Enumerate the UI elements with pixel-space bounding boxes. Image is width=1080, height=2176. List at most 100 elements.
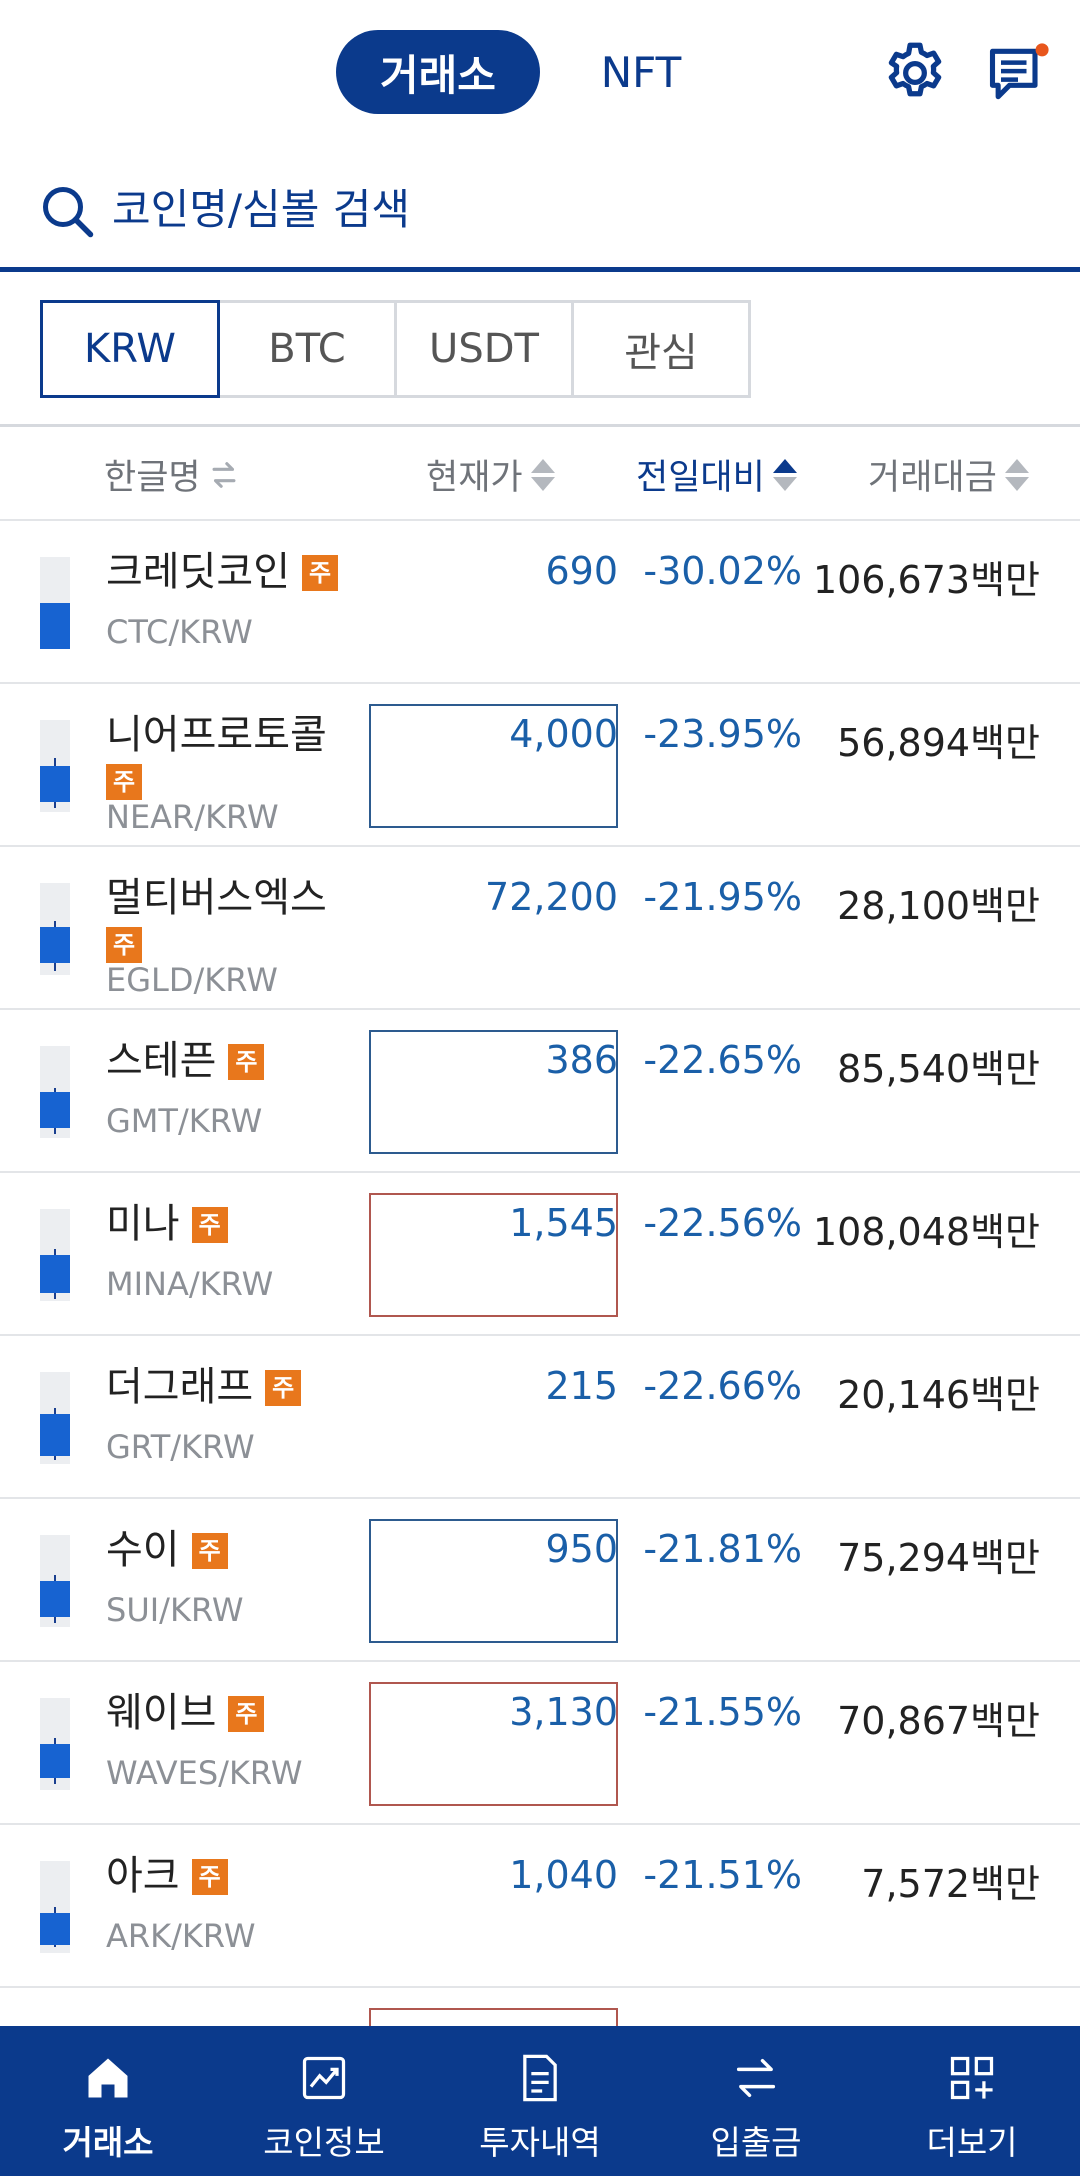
home-icon [88,2058,128,2098]
current-price: 950 [545,1527,618,1571]
coin-row[interactable]: 더그래프 주 GRT/KRW 215 -22.66% 20,146백만 [0,1336,1080,1499]
coin-name: 아크 주 [106,1853,228,1899]
coin-row[interactable]: 수이 주 SUI/KRW 950 -21.81% 75,294백만 [0,1499,1080,1662]
sort-icon [1004,458,1029,491]
nav-exchange[interactable]: 거래소 [0,2026,216,2176]
coin-symbol: EGLD/KRW [106,961,278,999]
trade-volume: 70,867백만 [837,1699,1040,1743]
coin-symbol: MINA/KRW [106,1265,274,1303]
nav-deposit-withdraw[interactable]: 입출금 [648,2026,864,2176]
column-header-price-label: 현재가 [426,458,523,498]
chart-icon [302,2056,346,2100]
coin-row[interactable]: 웨이브 주 WAVES/KRW 3,130 -21.55% 70,867백만 [0,1662,1080,1825]
market-tabs: KRW BTC USDT 관심 [40,300,751,398]
column-header-name-label: 한글명 [104,458,201,498]
current-price: 4,000 [509,712,618,756]
sort-asc-icon [772,458,797,491]
nav-coin-info[interactable]: 코인정보 [216,2026,432,2176]
change-rate: -22.66% [643,1364,802,1408]
caution-badge: 주 [191,1859,228,1895]
coin-row[interactable]: 아크 주 ARK/KRW 1,040 -21.51% 7,572백만 [0,1825,1080,1988]
tab-nft[interactable]: NFT [586,30,696,114]
gear-icon[interactable] [880,38,950,108]
trade-volume: 20,146백만 [837,1373,1040,1417]
trade-volume: 56,894백만 [837,721,1040,765]
coin-row[interactable]: 스테픈 주 GMT/KRW 386 -22.65% 85,540백만 [0,1010,1080,1173]
coin-symbol: NEAR/KRW [106,798,279,836]
current-price: 386 [545,1038,618,1082]
coin-row[interactable]: 니어프로토콜 주 NEAR/KRW 4,000 -23.95% 56,894백만 [0,684,1080,847]
transfer-icon [736,2058,776,2098]
mini-candle-chart [40,1372,70,1464]
search-bar[interactable]: 코인명/심볼 검색 [0,160,1080,272]
tab-btc[interactable]: BTC [217,300,397,398]
trade-volume: 28,100백만 [837,884,1040,928]
mini-candle-chart [40,1861,70,1953]
tab-usdt[interactable]: USDT [394,300,574,398]
nav-label: 입출금 [710,2123,802,2162]
mini-candle-chart [40,1535,70,1627]
message-icon[interactable] [984,40,1052,108]
trade-volume: 75,294백만 [837,1536,1040,1580]
nav-investment-history[interactable]: 투자내역 [432,2026,648,2176]
change-rate: -21.95% [643,875,802,919]
tab-favorites[interactable]: 관심 [571,300,751,398]
coin-name: 수이 주 [106,1527,228,1573]
trade-volume: 106,673백만 [812,558,1040,602]
coin-name: 스테픈 주 [106,1038,265,1084]
mini-candle-chart [40,1698,70,1790]
column-header-change[interactable]: 전일대비 [636,449,799,500]
coin-row[interactable]: 미나 주 MINA/KRW 1,545 -22.56% 108,048백만 [0,1173,1080,1336]
change-rate: -21.55% [643,1690,802,1734]
sort-icon [530,458,555,491]
caution-badge: 주 [228,1696,265,1732]
caution-badge: 주 [191,1207,228,1243]
nav-label: 거래소 [62,2123,154,2162]
column-header-name[interactable]: 한글명 [104,449,241,500]
mini-candle-chart [40,883,70,975]
mini-candle-chart [40,1209,70,1301]
column-header-price[interactable]: 현재가 [426,449,557,500]
column-header-row: 한글명 현재가 전일대비 거래대금 [0,427,1080,521]
current-price: 1,545 [509,1201,618,1245]
current-price: 690 [545,549,618,593]
tab-krw[interactable]: KRW [40,300,220,398]
coin-row-partial[interactable] [0,1988,1080,2028]
nav-label: 투자내역 [479,2123,601,2162]
caution-badge: 주 [106,764,142,800]
change-rate: -30.02% [643,549,802,593]
coin-row[interactable]: 멀티버스엑스 주 EGLD/KRW 72,200 -21.95% 28,100백만 [0,847,1080,1010]
notification-dot [1035,43,1049,57]
current-price: 3,130 [509,1690,618,1734]
coin-name: 웨이브 주 [106,1690,265,1736]
price-change-highlight [369,2008,618,2028]
nav-label: 코인정보 [263,2123,385,2162]
caution-badge: 주 [228,1044,265,1080]
search-icon [43,187,94,238]
grid-plus-icon [950,2056,994,2100]
coin-symbol: SUI/KRW [106,1591,244,1629]
caution-badge: 주 [106,927,142,963]
search-input[interactable]: 코인명/심볼 검색 [112,180,410,240]
bottom-nav: 거래소 코인정보 투자내역 입출금 더보기 [0,2026,1080,2176]
mini-candle-chart [40,1046,70,1138]
coin-symbol: GMT/KRW [106,1102,263,1140]
mini-candle-chart [40,720,70,812]
coin-row[interactable]: 크레딧코인 주 CTC/KRW 690 -30.02% 106,673백만 [0,521,1080,684]
current-price: 72,200 [485,875,618,919]
coin-list: 크레딧코인 주 CTC/KRW 690 -30.02% 106,673백만 니어프… [0,521,1080,2028]
coin-name: 크레딧코인 주 [106,549,338,595]
mini-candle-chart [40,557,70,649]
trade-volume: 108,048백만 [812,1210,1040,1254]
column-header-volume-label: 거래대금 [868,458,997,498]
current-price: 215 [545,1364,618,1408]
column-header-volume[interactable]: 거래대금 [868,449,1031,500]
tab-exchange[interactable]: 거래소 [336,30,540,114]
coin-name: 더그래프 주 [106,1364,302,1410]
nav-more[interactable]: 더보기 [864,2026,1080,2176]
caution-badge: 주 [265,1370,302,1406]
coin-symbol: CTC/KRW [106,613,253,651]
nav-label: 더보기 [926,2123,1018,2162]
coin-name: 멀티버스엑스 주 [106,875,356,963]
change-rate: -22.65% [643,1038,802,1082]
